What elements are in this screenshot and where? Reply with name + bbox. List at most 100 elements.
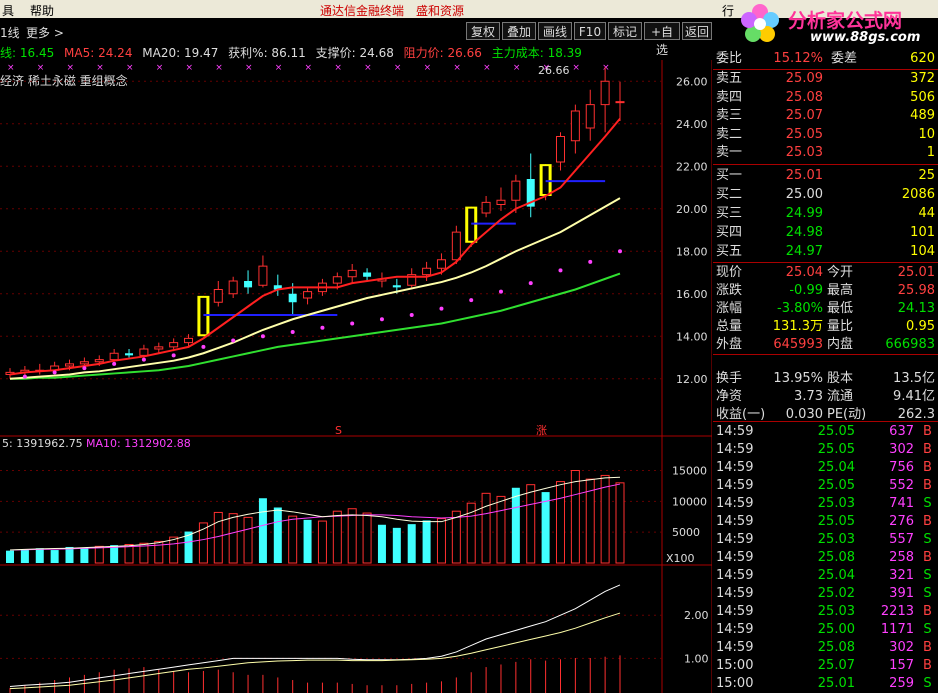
tick-direction: S bbox=[923, 496, 932, 511]
buy-level-row[interactable]: 买四 24.98 101 bbox=[713, 224, 938, 242]
candle-body bbox=[109, 352, 119, 361]
price-chart[interactable]: × × × × × × × × × × × × × × × × × × × × × 26.0024.0022.0020.… bbox=[0, 60, 712, 693]
tick-volume: 321 bbox=[889, 568, 914, 583]
top-marker: × bbox=[602, 63, 610, 73]
candle-body bbox=[228, 280, 238, 295]
draw-button[interactable]: 画线 bbox=[538, 22, 572, 40]
tick-row: 14:59 25.03 557 S bbox=[713, 531, 938, 549]
cost-dot bbox=[528, 281, 533, 286]
ma10-line bbox=[9, 197, 621, 380]
sell-price: 25.05 bbox=[785, 126, 823, 142]
candle-body bbox=[585, 104, 595, 129]
indicator-tick-label: 2.00 bbox=[684, 609, 709, 622]
candle-body bbox=[481, 201, 491, 214]
tick-volume: 302 bbox=[889, 640, 914, 655]
buy-volume: 25 bbox=[918, 168, 935, 183]
adjust-button[interactable]: 复权 bbox=[466, 22, 500, 40]
volume-bar bbox=[541, 492, 550, 563]
overlay-button[interactable]: 叠加 bbox=[502, 22, 536, 40]
more-menu[interactable]: 更多 > bbox=[26, 24, 64, 41]
cost-dot bbox=[618, 249, 622, 254]
tick-price: 25.08 bbox=[817, 550, 855, 565]
tick-volume: 557 bbox=[889, 532, 914, 547]
cost-dot bbox=[231, 338, 236, 343]
tick-time: 14:59 bbox=[716, 532, 754, 547]
tick-price: 25.07 bbox=[817, 658, 855, 673]
stat-value: 13.95% bbox=[773, 371, 823, 386]
volume-bar bbox=[377, 524, 386, 563]
indicator-legend: 线: 16.45 MA5: 24.24 MA20: 19.47 获利%: 86.… bbox=[0, 44, 588, 60]
tick-price: 25.08 bbox=[817, 640, 855, 655]
sell-level-row[interactable]: 卖三 25.07 489 bbox=[713, 107, 938, 125]
menu-item-tools[interactable]: 具 bbox=[2, 2, 14, 19]
candle-body bbox=[213, 289, 223, 303]
volume-bar bbox=[243, 516, 253, 564]
tick-row: 14:59 25.04 756 B bbox=[713, 459, 938, 477]
buy-level-row[interactable]: 买三 24.99 44 bbox=[713, 205, 938, 223]
candle-body bbox=[615, 101, 625, 104]
tick-volume: 741 bbox=[889, 496, 914, 511]
menu-item-quote[interactable]: 行 bbox=[722, 2, 734, 19]
candle-body bbox=[79, 361, 89, 365]
sell-level-row[interactable]: 卖四 25.08 506 bbox=[713, 89, 938, 107]
tick-time: 14:59 bbox=[716, 460, 754, 475]
mark-button[interactable]: 标记 bbox=[608, 22, 642, 40]
legend-ma20: MA20: 19.47 bbox=[142, 46, 219, 60]
tick-time: 15:00 bbox=[716, 676, 754, 691]
tick-direction: S bbox=[923, 622, 932, 637]
tick-price: 25.03 bbox=[817, 532, 855, 547]
period-label[interactable]: 1线 bbox=[0, 24, 20, 41]
volume-bar bbox=[422, 520, 431, 563]
sell-level-row[interactable]: 卖五 25.09 372 bbox=[713, 70, 938, 88]
stat-value: 666983 bbox=[885, 337, 935, 352]
ma-lines-group bbox=[9, 118, 622, 380]
f10-button[interactable]: F10 bbox=[574, 22, 606, 40]
indicator-group: 2.00 1.00 bbox=[9, 584, 709, 693]
top-marker: × bbox=[275, 63, 283, 73]
candle-body bbox=[363, 272, 372, 277]
buy-level-row[interactable]: 买二 25.00 2086 bbox=[713, 186, 938, 204]
sell-level-label: 卖四 bbox=[716, 89, 743, 105]
cost-dot bbox=[201, 344, 206, 349]
sell-volume: 372 bbox=[910, 71, 935, 86]
tick-time: 15:00 bbox=[716, 658, 754, 673]
volume-bar bbox=[600, 474, 610, 564]
tick-time: 14:59 bbox=[716, 550, 754, 565]
tick-volume: 276 bbox=[889, 514, 914, 529]
tick-time: 14:59 bbox=[716, 496, 754, 511]
price-tick-label: 12.00 bbox=[676, 373, 708, 386]
sell-level-label: 卖五 bbox=[716, 71, 743, 86]
buy-volume: 101 bbox=[910, 225, 935, 240]
buy-volume: 44 bbox=[918, 206, 935, 221]
volume-bar bbox=[347, 508, 357, 564]
top-marker: × bbox=[513, 63, 521, 73]
tick-price: 25.03 bbox=[817, 496, 855, 511]
add-favorite-button[interactable]: +自选 bbox=[644, 22, 680, 57]
buy-level-row[interactable]: 买一 25.01 25 bbox=[713, 167, 938, 185]
buy-price: 24.97 bbox=[785, 244, 823, 259]
sell-level-row[interactable]: 卖一 25.03 1 bbox=[713, 144, 938, 162]
menu-item-help[interactable]: 帮助 bbox=[30, 2, 54, 19]
volume-bar bbox=[392, 527, 401, 563]
legend-resistance: 阻力价: 26.66 bbox=[403, 46, 482, 60]
buy-volume: 2086 bbox=[901, 187, 935, 202]
volume-bar bbox=[496, 495, 506, 564]
top-marker: × bbox=[394, 63, 402, 73]
chart-gridlines bbox=[0, 60, 712, 693]
quote-panel: 委比 15.12% 委差 620 卖五 25.09 372 卖四 25.08 50… bbox=[713, 50, 938, 693]
buy-level-row[interactable]: 买五 24.97 104 bbox=[713, 243, 938, 261]
tick-row: 14:59 25.03 741 S bbox=[713, 495, 938, 513]
tick-direction: S bbox=[923, 676, 932, 691]
stat-value: 0.95 bbox=[906, 319, 935, 334]
tick-volume: 259 bbox=[889, 676, 914, 691]
tick-direction: S bbox=[923, 586, 932, 601]
tick-price: 25.04 bbox=[817, 460, 855, 475]
cost-dot bbox=[290, 330, 295, 334]
volume-bar bbox=[20, 549, 29, 563]
tick-direction: S bbox=[923, 568, 932, 583]
sell-level-row[interactable]: 卖二 25.05 10 bbox=[713, 126, 938, 144]
tick-row: 14:59 25.04 321 S bbox=[713, 567, 938, 585]
stat-row: 总量 131.3万 量比 0.95 bbox=[713, 318, 938, 336]
back-button[interactable]: 返回 bbox=[682, 22, 712, 40]
sell-level-label: 卖一 bbox=[716, 145, 743, 161]
